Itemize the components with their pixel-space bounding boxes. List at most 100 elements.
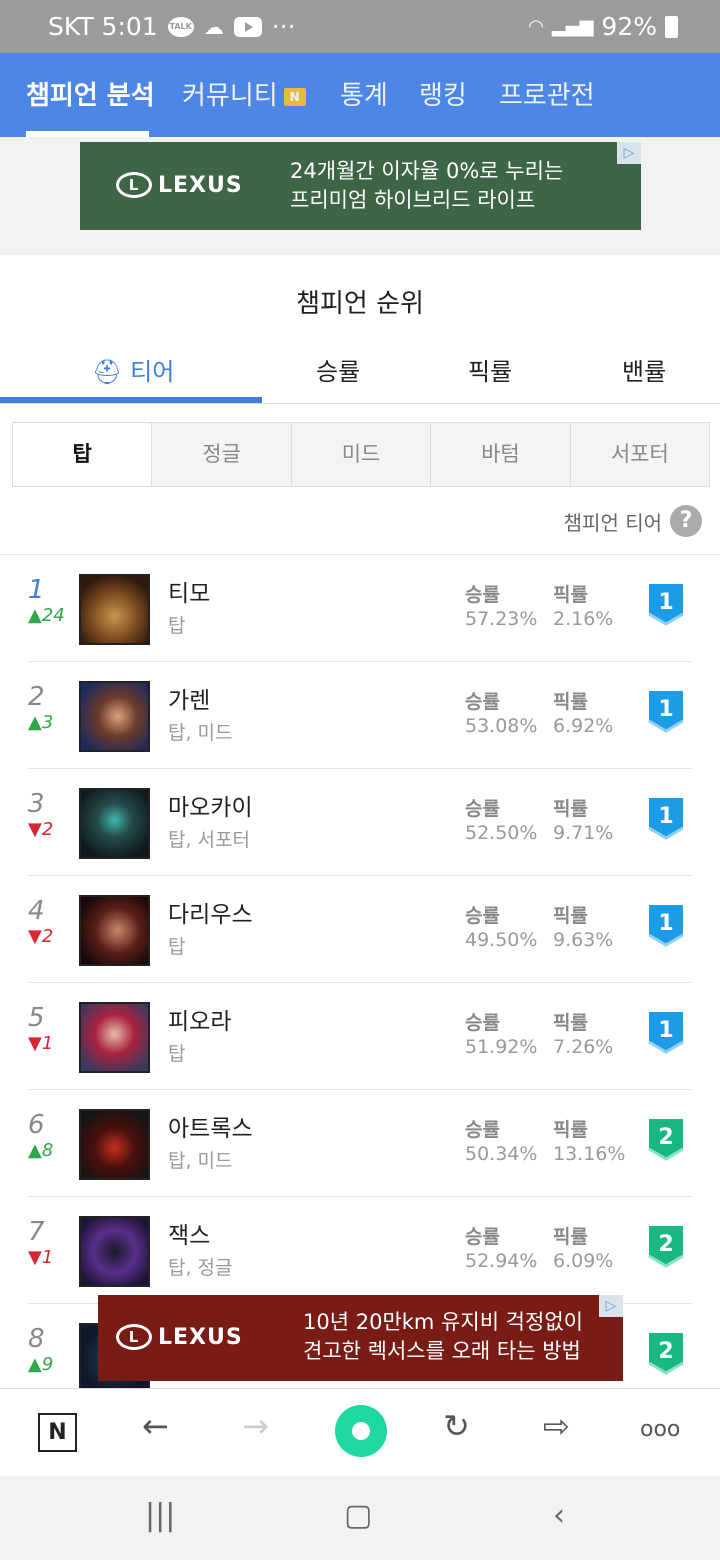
tab-banrate[interactable]: 밴률 [622,352,666,387]
pickrate-label: 픽률 [553,691,588,713]
champion-row[interactable]: 7 ▼1 잭스 탑, 정글 승률 픽률 52.94% 6.09% 2 [0,1197,720,1304]
help-icon[interactable]: ? [670,505,702,537]
champion-tier-help[interactable]: 챔피언 티어 ? [564,505,702,537]
weather-icon: ☁ [203,14,224,39]
rank-change: ▲9 [28,1354,54,1375]
lexus-ad-top[interactable]: L LEXUS 24개월간 이자율 0%로 누리는 프리미엄 하이브리드 라이프 … [80,142,641,230]
champion-name: 가렌 [168,688,211,714]
rank-change: ▼1 [28,1033,54,1054]
lane-bottom[interactable]: 바텀 [430,423,570,486]
rank-change: ▲8 [28,1140,54,1161]
tier-1-badge-icon: 1 [648,1012,684,1054]
svg-text:2: 2 [658,1339,673,1364]
forward-arrow-icon[interactable]: → [242,1407,269,1445]
back-arrow-icon[interactable]: ← [142,1407,169,1445]
recents-icon[interactable]: ||| [145,1498,175,1533]
green-dot-button[interactable] [335,1405,387,1457]
tab-tier[interactable]: ⛑ 티어 [92,352,174,387]
champion-portrait [79,574,150,645]
tab-stats[interactable]: 통계 [340,75,388,112]
rank-change: ▼2 [28,926,54,947]
svg-text:1: 1 [658,697,673,722]
champion-row[interactable]: 3 ▼2 마오카이 탑, 서포터 승률 픽률 52.50% 9.71% 1 [0,769,720,876]
champion-positions: 탑, 미드 [168,722,233,744]
top-nav: 챔피언 분석 커뮤니티 N 통계 랭킹 프로관전 [0,53,720,137]
winrate-label: 승률 [465,584,500,606]
lane-mid[interactable]: 미드 [290,423,431,486]
adchoices-icon[interactable]: ▷ [617,142,641,164]
rank-number: 1 [28,575,45,605]
champion-portrait [79,895,150,966]
champion-row[interactable]: 1 ▲24 티모 탑 승률 픽률 57.23% 2.16% 1 [0,555,720,662]
pickrate-label: 픽률 [553,584,588,606]
champion-name: 피오라 [168,1009,232,1035]
champion-row[interactable]: 6 ▲8 아트록스 탑, 미드 승률 픽률 50.34% 13.16% 2 [0,1090,720,1197]
browser-toolbar: N ← → ↻ ⇨ ooo [0,1388,720,1476]
pickrate-value: 6.09% [553,1250,614,1272]
lane-top[interactable]: 탑 [13,423,152,486]
rank-number: 6 [28,1110,45,1140]
champion-row[interactable]: 2 ▲3 가렌 탑, 미드 승률 픽률 53.08% 6.92% 1 [0,662,720,769]
svg-text:2: 2 [658,1125,673,1150]
lexus-logo: L LEXUS [116,172,243,198]
more-notifications-icon: ··· [271,12,296,41]
winrate-label: 승률 [465,905,500,927]
lane-support[interactable]: 서포터 [569,423,710,486]
rank-number: 4 [28,896,45,926]
tier-1-badge-icon: 1 [648,691,684,733]
kakaotalk-icon: TALK [167,16,194,37]
tab-pickrate[interactable]: 픽률 [468,352,512,387]
new-badge: N [283,87,306,106]
home-icon[interactable]: ▢ [344,1498,372,1533]
battery-icon [665,15,678,38]
ad-bottom-line1: 10년 20만km 유지비 걱정없이 [303,1310,583,1334]
pickrate-label: 픽률 [553,1119,588,1141]
lexus-ad-bottom[interactable]: L LEXUS 10년 20만km 유지비 걱정없이 견고한 렉서스를 오래 타는… [98,1295,623,1381]
winrate-label: 승률 [465,1226,500,1248]
ad-bottom-line2: 견고한 렉서스를 오래 타는 방법 [303,1339,581,1363]
lexus-emblem-icon: L [116,172,152,198]
lane-filter: 탑 정글 미드 바텀 서포터 [12,422,710,487]
champion-portrait [79,788,150,859]
tab-ranking[interactable]: 랭킹 [419,75,467,112]
winrate-value: 57.23% [465,608,538,630]
youtube-icon [233,16,262,37]
share-icon[interactable]: ⇨ [543,1407,570,1445]
ad-top-line1: 24개월간 이자율 0%로 누리는 [290,159,564,183]
tier-label: 챔피언 티어 [563,510,662,535]
lane-jungle[interactable]: 정글 [151,423,291,486]
tab-winrate[interactable]: 승률 [316,352,360,387]
naver-home-button[interactable]: N [38,1413,77,1452]
champion-row[interactable]: 4 ▼2 다리우스 탑 승률 픽률 49.50% 9.63% 1 [0,876,720,983]
signal-icon: ▂▄▆ [551,16,594,37]
helmet-icon: ⛑ [92,358,123,386]
section-title: 챔피언 순위 [296,289,424,319]
champion-name: 티모 [168,581,211,607]
champion-positions: 탑, 미드 [168,1150,233,1172]
champion-positions: 탑 [168,936,186,958]
tab-community[interactable]: 커뮤니티 N [182,75,306,112]
pickrate-value: 2.16% [553,608,614,630]
svg-text:1: 1 [658,590,673,615]
system-back-icon[interactable]: ‹ [553,1498,565,1533]
reload-icon[interactable]: ↻ [443,1407,470,1445]
champion-row[interactable]: 5 ▼1 피오라 탑 승률 픽률 51.92% 7.26% 1 [0,983,720,1090]
winrate-label: 승률 [465,798,500,820]
adchoices-icon[interactable]: ▷ [599,1295,623,1317]
rank-change: ▼1 [28,1247,54,1268]
rank-tab-indicator [0,397,262,403]
pickrate-value: 13.16% [553,1143,626,1165]
ad-top-line2: 프리미엄 하이브리드 라이프 [290,188,536,212]
winrate-value: 52.94% [465,1250,538,1272]
tab-pro-viewing[interactable]: 프로관전 [499,75,595,112]
tier-1-badge-icon: 1 [648,905,684,947]
tab-community-label: 커뮤니티 [182,81,278,111]
champion-positions: 탑 [168,615,186,637]
rank-number: 7 [28,1217,45,1247]
tab-champion-analysis[interactable]: 챔피언 분석 [26,75,155,112]
tier-2-badge-icon: 2 [648,1226,684,1268]
more-menu-icon[interactable]: ooo [640,1417,680,1442]
champion-name: 다리우스 [168,902,253,928]
winrate-value: 50.34% [465,1143,538,1165]
pickrate-label: 픽률 [553,905,588,927]
